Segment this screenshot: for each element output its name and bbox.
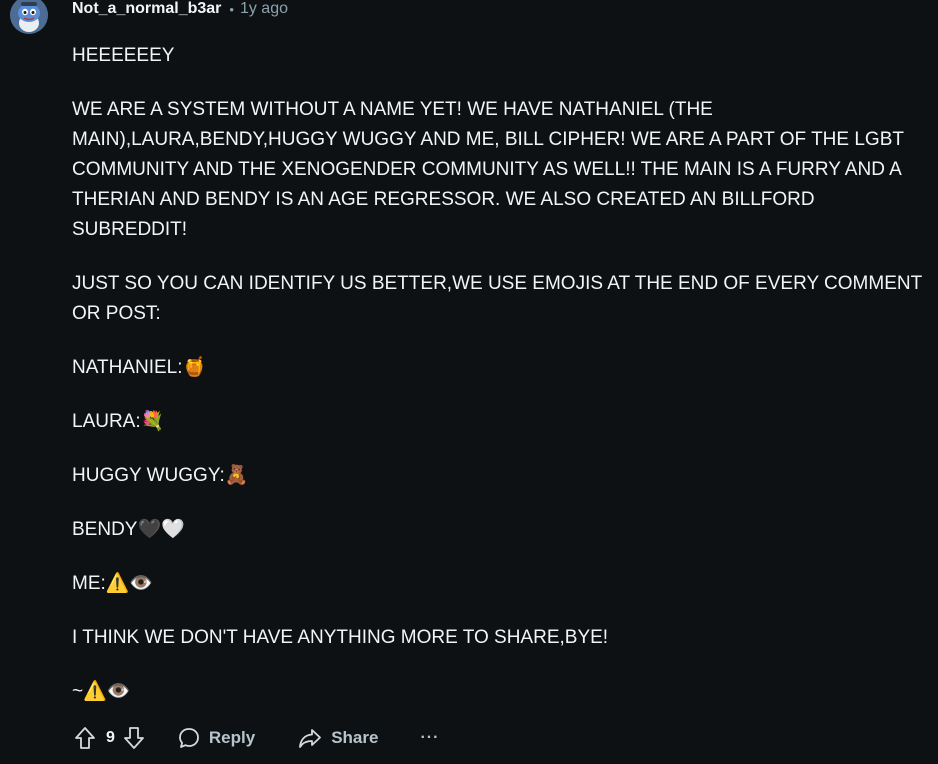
comment-paragraph: WE ARE A SYSTEM WITHOUT A NAME YET! WE H… xyxy=(72,99,904,240)
avatar[interactable] xyxy=(10,0,48,34)
downvote-arrow-icon xyxy=(124,727,144,749)
comment-paragraph: JUST SO YOU CAN IDENTIFY US BETTER,WE US… xyxy=(72,273,922,324)
comment-meta: Not_a_normal_b3ar • 1y ago xyxy=(72,0,288,21)
snoo-avatar-icon xyxy=(10,0,48,34)
upvote-arrow-icon xyxy=(75,727,95,749)
comment-paragraph: ~⚠️👁️ xyxy=(72,681,131,702)
meta-separator: • xyxy=(229,1,234,17)
share-arrow-icon xyxy=(297,726,323,750)
upvote-button[interactable] xyxy=(72,723,98,753)
comment-paragraph: HEEEEEEY xyxy=(72,45,175,66)
share-button[interactable]: Share xyxy=(297,726,378,750)
comment-paragraph: I THINK WE DON'T HAVE ANYTHING MORE TO S… xyxy=(72,627,609,648)
more-options-button[interactable]: ··· xyxy=(420,729,439,747)
comment-actions: 9 Reply Share ··· xyxy=(72,722,439,754)
reply-label: Reply xyxy=(208,728,256,747)
comment-paragraph: LAURA:💐 xyxy=(72,411,165,432)
comment-paragraph: BENDY🖤🤍 xyxy=(72,519,185,540)
comment-paragraph: NATHANIEL:🍯 xyxy=(72,357,207,378)
share-label: Share xyxy=(331,728,379,747)
reply-button[interactable]: Reply xyxy=(177,726,255,750)
comment: Not_a_normal_b3ar • 1y ago HEEEEEEY WE A… xyxy=(0,0,938,764)
comment-paragraph: HUGGY WUGGY:🧸 xyxy=(72,465,249,486)
author-username[interactable]: Not_a_normal_b3ar xyxy=(72,0,221,18)
comment-paragraph: ME:⚠️👁️ xyxy=(72,573,154,594)
vote-score: 9 xyxy=(106,729,115,746)
speech-bubble-icon xyxy=(177,726,201,750)
comment-timestamp[interactable]: 1y ago xyxy=(240,0,288,18)
comment-body: HEEEEEEY WE ARE A SYSTEM WITHOUT A NAME … xyxy=(72,41,928,731)
downvote-button[interactable] xyxy=(121,723,147,753)
